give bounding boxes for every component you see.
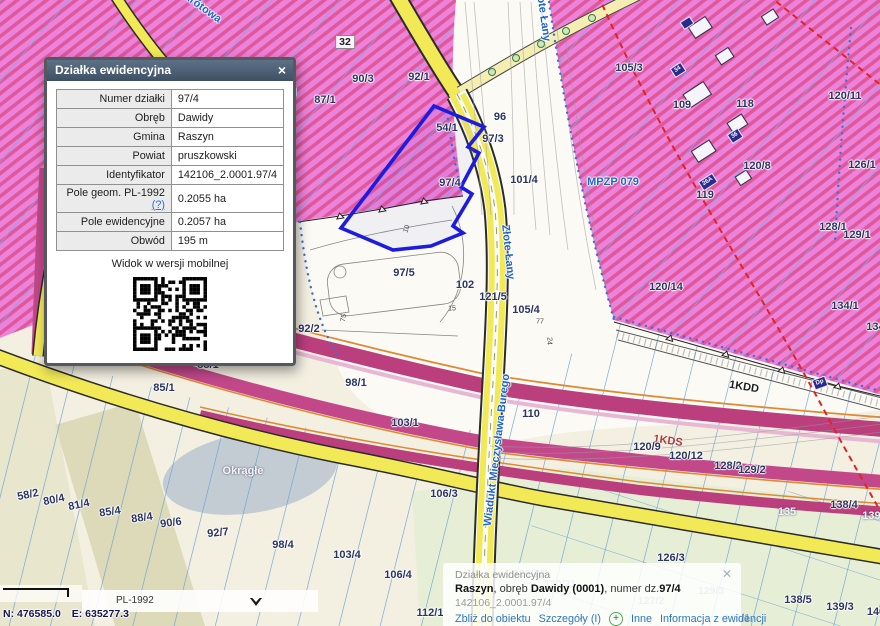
attr-value: 0.2055 ha <box>171 185 283 213</box>
dialog-titlebar[interactable]: Działka ewidencyjna × <box>47 60 293 81</box>
object-info-panel: ✕ Działka ewidencyjna Raszyn, obręb Dawi… <box>443 563 741 626</box>
attr-label: Pole ewidencyjne <box>57 213 172 232</box>
subject-mid: , obręb <box>494 583 531 595</box>
table-row: Obwód195 m <box>57 232 284 251</box>
table-row: Numer działki97/4 <box>57 90 284 109</box>
subject-obreb: Dawidy (0001) <box>531 583 604 595</box>
table-row: Powiatpruszkowski <box>57 147 284 166</box>
map-viewport[interactable]: 3254/1Skrótowa90/392/187/196105/31091181… <box>0 0 880 626</box>
panel-close-icon[interactable]: ✕ <box>722 567 732 581</box>
other-link[interactable]: Inne <box>631 613 652 625</box>
subject-gmina: Raszyn <box>455 583 494 595</box>
attr-label: Powiat <box>57 147 172 166</box>
close-icon[interactable]: × <box>278 60 286 80</box>
attr-label: Numer działki <box>57 90 172 109</box>
attr-label: Identyfikator <box>57 166 172 185</box>
scale-bar <box>3 588 69 597</box>
details-link[interactable]: Szczegóły (I) <box>539 613 601 625</box>
panel-title: Działka ewidencyjna <box>455 569 731 581</box>
panel-identifier: 142106_2.0001.97/4 <box>455 597 731 609</box>
chevron-down-icon[interactable] <box>250 598 262 606</box>
qr-code <box>133 277 207 351</box>
registry-info-link[interactable]: Informacja z ewidencji <box>660 613 766 625</box>
table-row: Identyfikator142106_2.0001.97/4 <box>57 166 284 185</box>
attr-value: Dawidy <box>171 109 283 128</box>
panel-subject: Raszyn, obręb Dawidy (0001), numer dz.97… <box>455 583 731 595</box>
table-row: GminaRaszyn <box>57 128 284 147</box>
coordinates-readout: N: 476585.0 E: 635277.3 <box>3 608 137 620</box>
subject-parcel-number: 97/4 <box>659 583 680 595</box>
attr-value: 142106_2.0001.97/4 <box>171 166 283 185</box>
attr-label-text: Pole geom. PL-1992 <box>66 187 164 199</box>
parcel-info-dialog: Działka ewidencyjna × Numer działki97/4 … <box>44 57 296 366</box>
table-row: Pole ewidencyjne0.2057 ha <box>57 213 284 232</box>
panel-links: Zbliż do obiektu Szczegóły (I) + Inne In… <box>455 612 731 626</box>
attr-value: 0.2057 ha <box>171 213 283 232</box>
plus-circle-icon[interactable]: + <box>609 612 623 626</box>
attr-label: Gmina <box>57 128 172 147</box>
attr-value: 97/4 <box>171 90 283 109</box>
attr-value: pruszkowski <box>171 147 283 166</box>
subject-mid: , numer dz. <box>604 583 659 595</box>
mobile-version-link[interactable]: Widok w wersji mobilnej <box>56 258 284 270</box>
table-row: ObrębDawidy <box>57 109 284 128</box>
attr-label: Pole geom. PL-1992 (?) <box>57 185 172 213</box>
help-link[interactable]: (?) <box>152 199 165 211</box>
crs-label: PL-1992 <box>116 595 154 606</box>
parcel-attributes-table: Numer działki97/4 ObrębDawidy GminaRaszy… <box>56 89 284 251</box>
attr-value: 195 m <box>171 232 283 251</box>
attr-value: Raszyn <box>171 128 283 147</box>
coordinate-east: E: 635277.3 <box>72 608 129 620</box>
attr-label: Obręb <box>57 109 172 128</box>
zoom-to-object-link[interactable]: Zbliż do obiektu <box>455 613 531 625</box>
coordinate-north: N: 476585.0 <box>3 608 61 620</box>
attr-label: Obwód <box>57 232 172 251</box>
dialog-title: Działka ewidencyjna <box>55 63 171 77</box>
table-row: Pole geom. PL-1992 (?) 0.2055 ha <box>57 185 284 213</box>
